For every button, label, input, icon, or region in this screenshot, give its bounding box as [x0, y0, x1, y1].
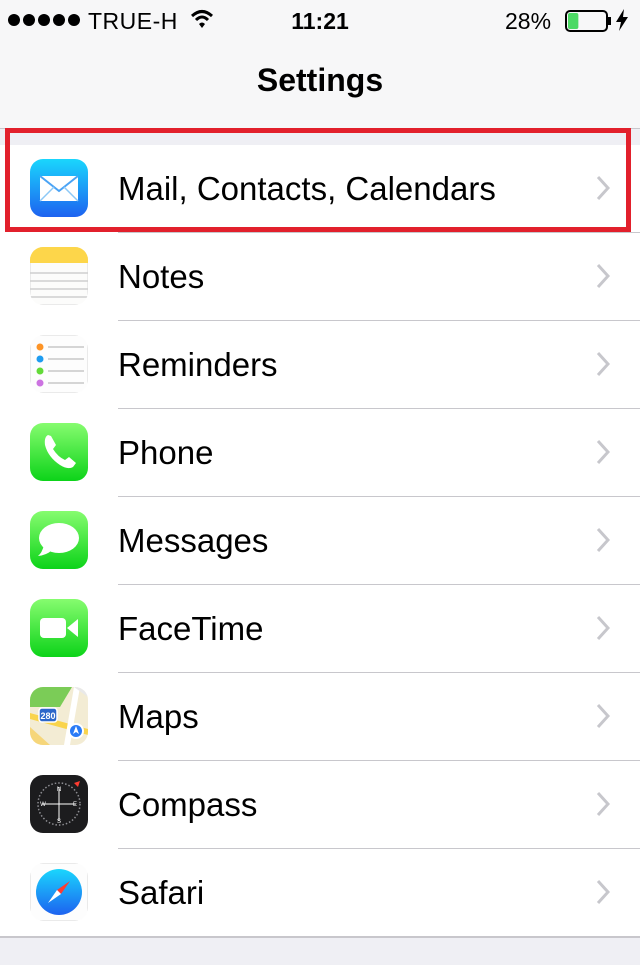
- settings-row-notes[interactable]: Notes: [0, 233, 640, 321]
- chevron-right-icon: [596, 439, 611, 470]
- notes-icon: [30, 247, 88, 305]
- list-footer: [0, 937, 640, 965]
- settings-row-label: Notes: [118, 258, 205, 295]
- settings-row-phone[interactable]: Phone: [0, 409, 640, 497]
- compass-icon: N S W E: [30, 775, 88, 833]
- settings-row-label: Messages: [118, 522, 269, 559]
- chevron-right-icon: [596, 527, 611, 558]
- safari-icon: [30, 863, 88, 921]
- settings-row-label: Phone: [118, 434, 214, 471]
- settings-row-label: Mail, Contacts, Calendars: [118, 170, 496, 207]
- svg-text:W: W: [40, 802, 46, 808]
- facetime-icon: [30, 599, 88, 657]
- svg-text:N: N: [57, 787, 61, 793]
- settings-row-label: Compass: [118, 786, 258, 823]
- chevron-right-icon: [596, 791, 611, 822]
- messages-icon: [30, 511, 88, 569]
- chevron-right-icon: [596, 703, 611, 734]
- settings-row-maps[interactable]: 280 Maps: [0, 673, 640, 761]
- settings-row-messages[interactable]: Messages: [0, 497, 640, 585]
- svg-text:S: S: [57, 819, 61, 825]
- battery-icon: [565, 10, 613, 38]
- navigation-bar: TRUE-H 11:21 28% Settings: [0, 0, 640, 129]
- maps-icon: 280: [30, 687, 88, 745]
- settings-row-label: Safari: [118, 874, 205, 911]
- settings-row-label: Maps: [118, 698, 199, 735]
- phone-icon: [30, 423, 88, 481]
- settings-row-reminders[interactable]: Reminders: [0, 321, 640, 409]
- status-bar: TRUE-H 11:21 28%: [0, 0, 640, 40]
- reminders-icon: [30, 335, 88, 393]
- settings-row-label: FaceTime: [118, 610, 264, 647]
- battery-percentage: 28%: [505, 8, 552, 34]
- chevron-right-icon: [596, 351, 611, 382]
- chevron-right-icon: [596, 615, 611, 646]
- chevron-right-icon: [596, 175, 611, 206]
- chevron-right-icon: [596, 263, 611, 294]
- settings-row-compass[interactable]: N S W E Compass: [0, 761, 640, 849]
- battery-level-fill: [568, 13, 579, 29]
- mail-icon: [30, 159, 88, 217]
- chevron-right-icon: [596, 879, 611, 910]
- svg-text:E: E: [73, 802, 77, 808]
- page-title: Settings: [256, 62, 384, 98]
- charging-icon: [615, 8, 629, 38]
- settings-row-label: Reminders: [118, 346, 278, 383]
- settings-row-safari[interactable]: Safari: [0, 849, 640, 937]
- settings-row-facetime[interactable]: FaceTime: [0, 585, 640, 673]
- settings-row-mail[interactable]: Mail, Contacts, Calendars: [0, 145, 640, 233]
- maps-highway-number: 280: [40, 711, 55, 721]
- settings-list: Mail, Contacts, Calendars Notes Reminder…: [0, 145, 640, 937]
